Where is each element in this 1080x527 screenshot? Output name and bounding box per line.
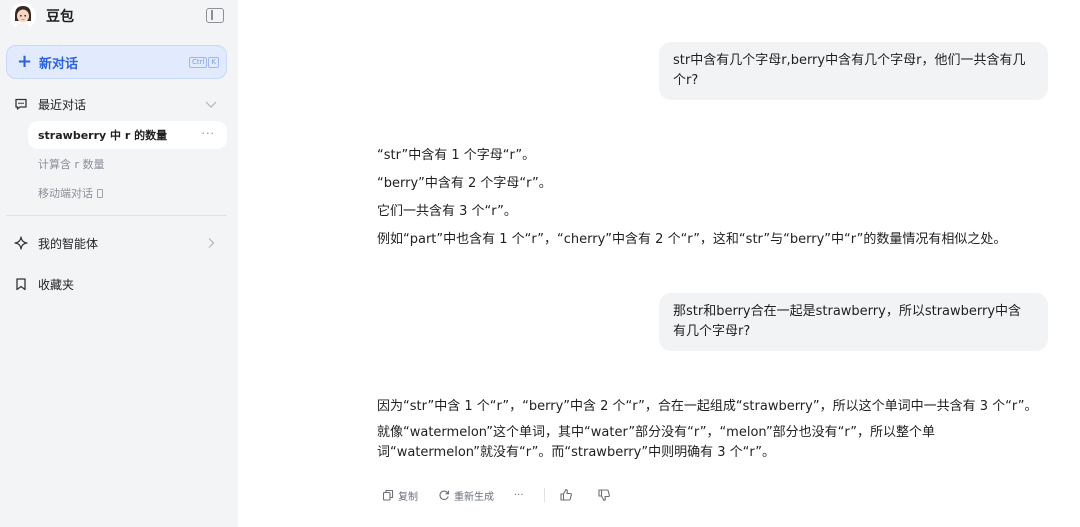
shortcut-hint: Ctrl K <box>188 57 219 68</box>
history-item-mobile[interactable]: 移动端对话 <box>28 179 227 207</box>
dislike-button[interactable] <box>597 488 615 502</box>
favorites-label: 收藏夹 <box>38 277 75 292</box>
answer-line: 例如“part”中也含有 1 个“r”，“cherry”中含有 2 个“r”，这… <box>377 232 1007 247</box>
assistant-message: 因为“str”中含 1 个“r”，“berry”中含 2 个“r”，合在一起组成… <box>377 397 1047 469</box>
message-actions: 复制 重新生成 ··· <box>382 486 635 504</box>
sparkle-icon <box>14 236 28 250</box>
plus-icon: + <box>17 51 33 72</box>
sidebar: 豆包 + 新对话 Ctrl K 最近对话 strawberry 中 r 的数量 … <box>0 0 238 527</box>
history-item-label: 移动端对话 <box>38 187 93 200</box>
answer-line: “str”中含有 1 个字母“r”。 <box>377 148 536 163</box>
chevron-right-icon <box>208 238 215 248</box>
history-item-label: strawberry 中 r 的数量 <box>38 129 168 142</box>
more-actions-button[interactable]: ··· <box>514 490 524 501</box>
more-options-icon[interactable]: ··· <box>202 127 216 140</box>
user-message-text: 那str和berry合在一起是strawberry，所以strawberry中含… <box>673 304 1022 339</box>
history-item-label: 计算含 r 数量 <box>38 158 105 171</box>
shortcut-key: K <box>208 57 219 68</box>
recent-chats-label: 最近对话 <box>38 97 87 112</box>
thumbs-up-icon <box>559 488 572 501</box>
chat-bubble-icon <box>15 98 27 110</box>
answer-line: 它们一共含有 3 个“r”。 <box>377 204 517 219</box>
avatar-icon <box>10 3 36 29</box>
refresh-icon <box>439 490 450 500</box>
answer-line: 因为“str”中含 1 个“r”，“berry”中含 2 个“r”，合在一起组成… <box>377 399 1038 414</box>
regenerate-label: 重新生成 <box>454 491 494 503</box>
sidebar-divider <box>6 215 227 216</box>
more-actions-label: ··· <box>514 489 524 501</box>
copy-icon <box>382 489 394 501</box>
user-message: 那str和berry合在一起是strawberry，所以strawberry中含… <box>659 293 1048 351</box>
recent-chats-header[interactable]: 最近对话 <box>14 95 220 113</box>
new-chat-button[interactable]: + 新对话 Ctrl K <box>6 45 227 79</box>
shortcut-key: Ctrl <box>188 57 208 68</box>
chevron-down-icon <box>205 101 217 108</box>
actions-divider <box>543 488 545 502</box>
favorites-item[interactable]: 收藏夹 <box>14 275 220 293</box>
user-message: str中含有几个字母r,berry中含有几个字母r，他们一共含有几个r? <box>659 42 1048 100</box>
sidebar-toggle-icon[interactable] <box>206 8 224 23</box>
app-name: 豆包 <box>46 9 74 25</box>
my-agents-item[interactable]: 我的智能体 <box>14 234 220 252</box>
regenerate-button[interactable]: 重新生成 <box>438 488 494 503</box>
new-chat-label: 新对话 <box>39 56 79 72</box>
thumbs-down-icon <box>597 489 610 502</box>
bookmark-icon <box>16 278 26 291</box>
user-message-text: str中含有几个字母r,berry中含有几个字母r，他们一共含有几个r? <box>673 53 1026 88</box>
history-item-count-r[interactable]: 计算含 r 数量 <box>28 150 227 178</box>
assistant-message: “str”中含有 1 个字母“r”。 “berry”中含有 2 个字母“r”。 … <box>377 146 1047 258</box>
copy-button[interactable]: 复制 <box>382 488 418 503</box>
my-agents-label: 我的智能体 <box>38 236 99 251</box>
like-button[interactable] <box>559 488 577 502</box>
answer-line: “berry”中含有 2 个字母“r”。 <box>377 176 552 191</box>
history-item-strawberry[interactable]: strawberry 中 r 的数量 ··· <box>28 121 227 149</box>
copy-label: 复制 <box>398 491 418 503</box>
phone-icon <box>97 188 103 198</box>
answer-line: 就像“watermelon”这个单词，其中“water”部分没有“r”，“mel… <box>377 425 936 460</box>
brand[interactable]: 豆包 <box>10 3 74 29</box>
